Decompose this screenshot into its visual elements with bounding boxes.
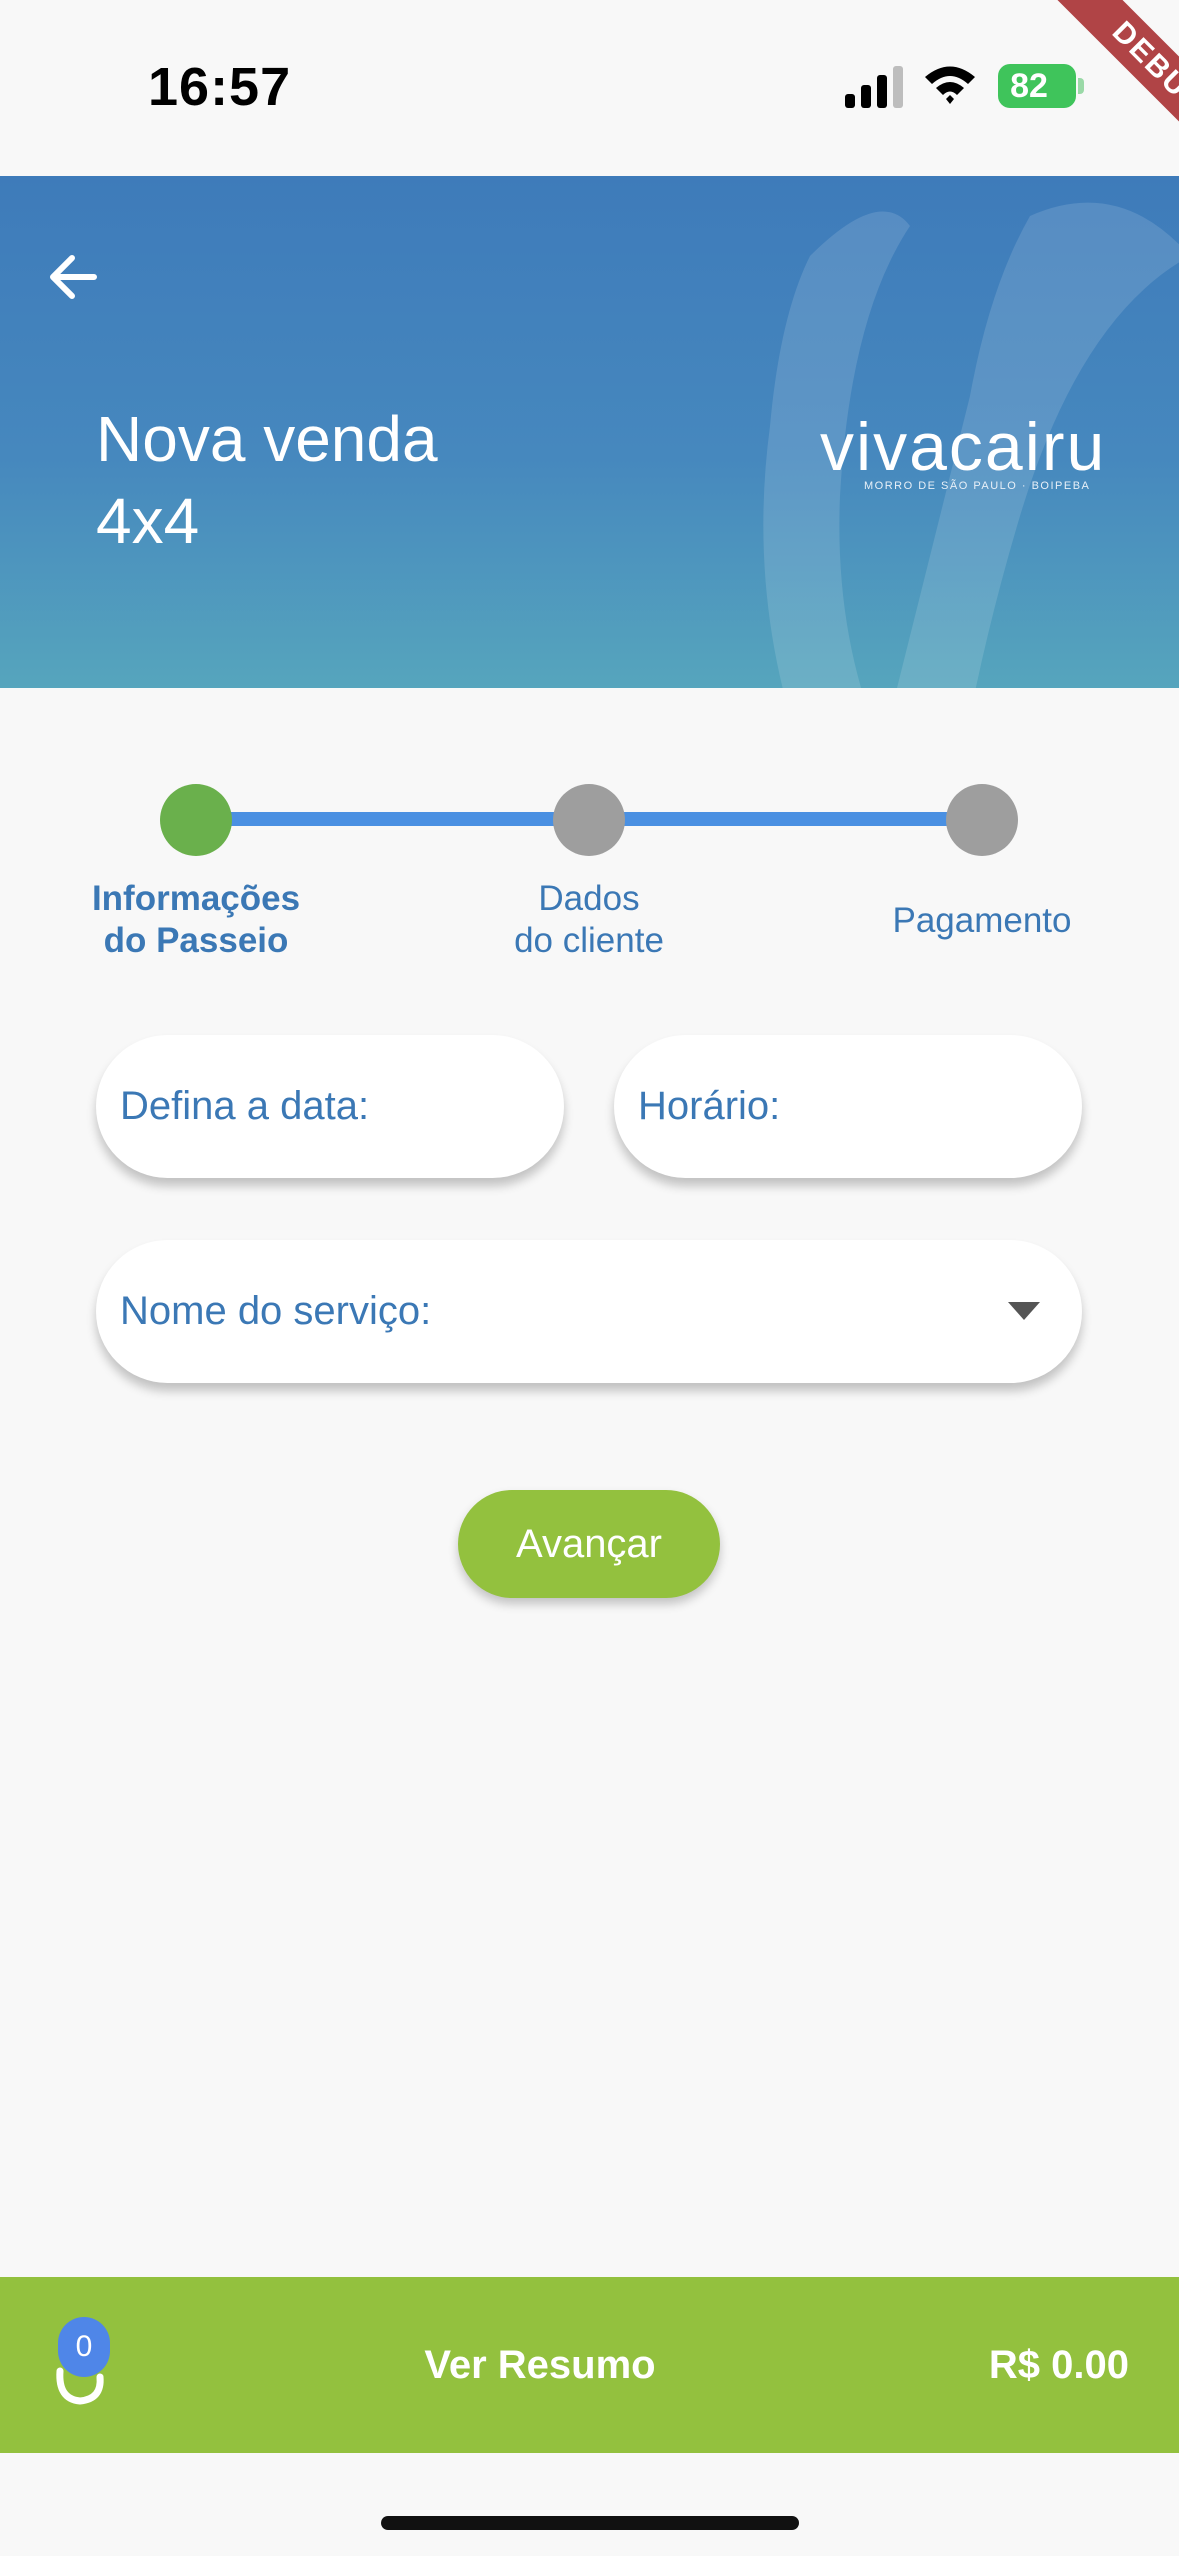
page-title-line1: Nova venda	[96, 403, 438, 475]
logo-wordmark: vivacairu	[820, 409, 1107, 485]
step-label-line: Pagamento	[892, 901, 1072, 940]
view-summary-button[interactable]: Ver Resumo	[340, 2277, 740, 2453]
wifi-icon	[925, 66, 975, 104]
header: Nova venda 4x4 vivacairu MORRO DE SÃO PA…	[0, 176, 1179, 688]
step-label-line: do cliente	[514, 921, 664, 960]
advance-button[interactable]: Avançar	[458, 1490, 720, 1598]
step-connector	[590, 812, 982, 826]
debug-banner: DEBUG	[1050, 0, 1179, 178]
logo-tagline: MORRO DE SÃO PAULO · BOIPEBA	[864, 480, 1091, 492]
cellular-signal-icon	[845, 66, 903, 108]
time-field-label: Horário:	[638, 1084, 781, 1128]
step-label-line: do Passeio	[103, 921, 289, 960]
step-indicator	[553, 784, 625, 856]
progress-stepper: Informações do Passeio Dados do cliente …	[0, 780, 1179, 970]
service-dropdown-label: Nome do serviço:	[120, 1289, 432, 1333]
step-label-tour-info: Informações do Passeio	[46, 878, 346, 962]
bottom-summary-bar: 0 Ver Resumo R$ 0.00	[0, 2277, 1179, 2453]
cart-count-badge: 0	[58, 2317, 110, 2377]
home-indicator[interactable]	[381, 2516, 799, 2530]
time-field[interactable]: Horário:	[614, 1035, 1082, 1178]
brand-logo: vivacairu MORRO DE SÃO PAULO · BOIPEBA	[820, 412, 1120, 492]
step-label-line: Dados	[538, 879, 640, 918]
date-field-label: Defina a data:	[120, 1084, 370, 1128]
dropdown-arrow-icon	[1008, 1302, 1040, 1320]
date-field[interactable]: Defina a data:	[96, 1035, 564, 1178]
step-connector	[196, 812, 590, 826]
step-indicator	[946, 784, 1018, 856]
debug-banner-container: DEBUG	[999, 0, 1179, 180]
service-dropdown[interactable]: Nome do serviço:	[96, 1240, 1082, 1383]
status-time: 16:57	[148, 57, 292, 117]
step-label-payment: Pagamento	[832, 900, 1132, 942]
page-title: Nova venda 4x4	[96, 398, 616, 562]
total-amount: R$ 0.00	[988, 2343, 1129, 2387]
back-arrow-icon[interactable]	[42, 246, 104, 308]
page-title-line2: 4x4	[96, 485, 200, 557]
step-indicator-active	[160, 784, 232, 856]
step-label-client-data: Dados do cliente	[439, 878, 739, 962]
step-label-line: Informações	[91, 879, 301, 918]
